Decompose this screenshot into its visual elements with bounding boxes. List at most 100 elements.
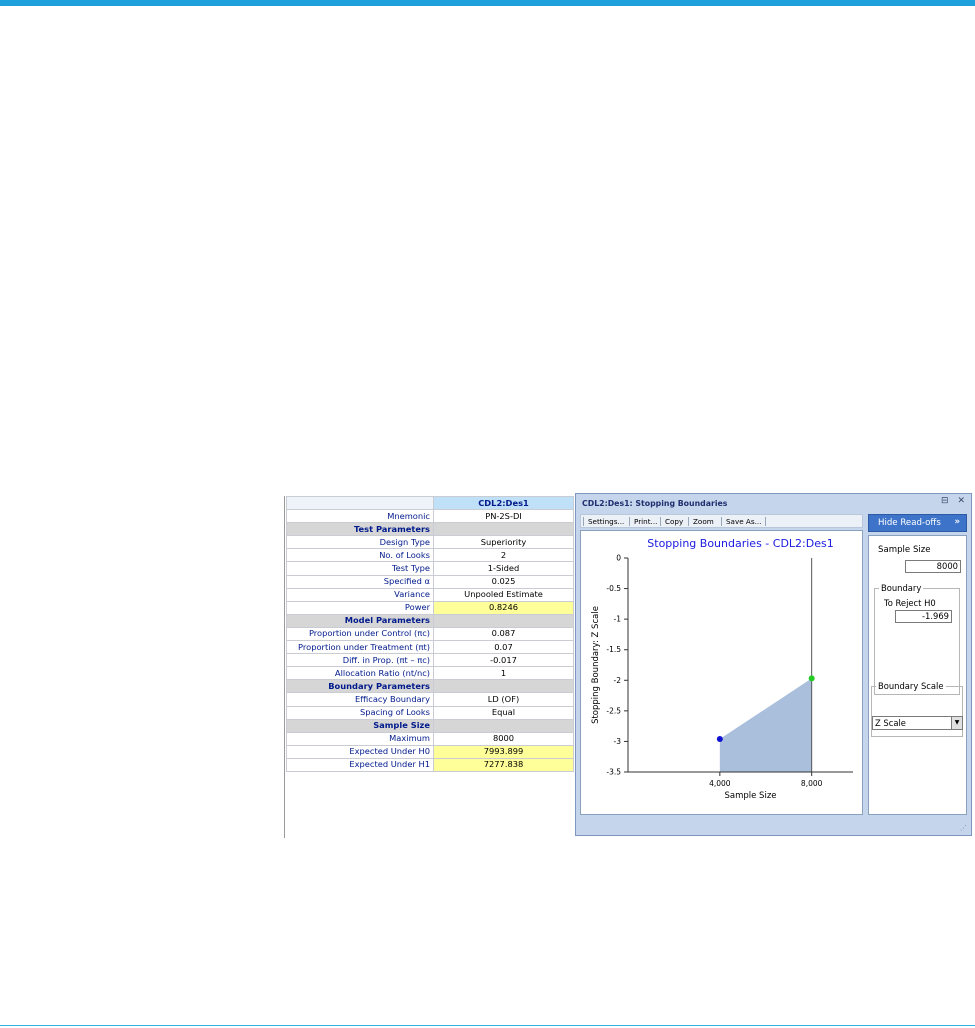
- design-column-header[interactable]: CDL2:Des1: [433, 495, 574, 511]
- toolbar-separator: [660, 517, 661, 526]
- row-value[interactable]: 7993.899: [433, 744, 574, 759]
- table-section-header: Boundary Parameters: [286, 679, 574, 694]
- x-axis-label: Sample Size: [724, 791, 776, 801]
- row-value[interactable]: 0.8246: [433, 600, 574, 615]
- table-section-header: Model Parameters: [286, 613, 574, 628]
- readoffs-side-panel: Hide Read-offs » Sample Size 8000 Bounda…: [868, 514, 968, 816]
- row-value[interactable]: Equal: [433, 705, 574, 720]
- boundary-scale-select[interactable]: Z Scale ▼: [872, 716, 963, 730]
- table-row: Maximum 8000: [286, 731, 574, 746]
- table-left-border: [284, 496, 285, 838]
- boundary-group: Boundary To Reject H0 -1.969: [874, 583, 960, 695]
- table-section-header: Test Parameters: [286, 522, 574, 537]
- row-value[interactable]: 0.087: [433, 626, 574, 642]
- sample-size-field[interactable]: 8000: [905, 560, 961, 573]
- y-tick-label: -2.5: [606, 706, 621, 715]
- row-value[interactable]: Superiority: [433, 535, 574, 550]
- design-table-area: CDL2:Des1 Mnemonic PN-2S-DI Test Parameter…: [284, 495, 576, 838]
- toolbar-separator: [721, 517, 722, 526]
- row-value[interactable]: PN-2S-DI: [433, 509, 574, 524]
- stopping-boundaries-window: CDL2:Des1: Stopping Boundaries ⊟ ✕ Setti…: [575, 493, 972, 836]
- row-value[interactable]: 1-Sided: [433, 561, 574, 576]
- chart-title: Stopping Boundaries - CDL2:Des1: [647, 537, 833, 550]
- close-icon[interactable]: ✕: [957, 496, 965, 506]
- x-tick-label: 8,000: [801, 779, 823, 788]
- row-value[interactable]: LD (OF): [433, 692, 574, 707]
- chart-plot-area: Stopping Boundaries - CDL2:Des1 0 -0.5 -1 -1…: [580, 530, 863, 815]
- hide-readoffs-label: Hide Read-offs: [878, 518, 941, 528]
- toolbar-separator: [629, 517, 630, 526]
- row-label: Design Type: [286, 535, 434, 550]
- boundary-value-field[interactable]: -1.969: [895, 610, 952, 623]
- table-row: Proportion under Treatment (πt) 0.07: [286, 640, 574, 655]
- section-value-cell: [433, 718, 574, 733]
- row-value[interactable]: -0.017: [433, 653, 574, 668]
- table-row: Design Type Superiority: [286, 535, 574, 550]
- boundary-fill-area: [719, 678, 812, 772]
- section-value-cell: [433, 679, 574, 694]
- row-label: Allocation Ratio (nt/nc): [286, 666, 434, 681]
- zoom-button[interactable]: Zoom: [693, 517, 714, 526]
- row-label: Variance: [286, 587, 434, 602]
- table-corner: [286, 495, 434, 511]
- table-row: Spacing of Looks Equal: [286, 705, 574, 720]
- table-row: Efficacy Boundary LD (OF): [286, 692, 574, 707]
- row-value[interactable]: 0.07: [433, 640, 574, 655]
- hide-readoffs-button[interactable]: Hide Read-offs »: [868, 514, 967, 532]
- y-tick-label: -1: [614, 615, 622, 624]
- section-value-cell: [433, 522, 574, 537]
- section-label: Test Parameters: [286, 522, 434, 537]
- table-row: Power 0.8246: [286, 600, 574, 615]
- chart-toolbar: Settings... Print... Copy Zoom Save As..…: [580, 514, 863, 528]
- table-row: Specified α 0.025: [286, 574, 574, 589]
- section-label: Boundary Parameters: [286, 679, 434, 694]
- table-row: Test Type 1-Sided: [286, 561, 574, 576]
- x-tick-label: 4,000: [709, 779, 731, 788]
- boundary-point[interactable]: [716, 736, 723, 743]
- table-row: Expected Under H1 7277.838: [286, 757, 574, 772]
- y-axis-label: Stopping Boundary: Z Scale: [591, 606, 601, 724]
- y-tick-label: -1.5: [606, 645, 621, 654]
- print-button[interactable]: Print...: [634, 517, 657, 526]
- boundary-scale-label: Boundary Scale: [876, 681, 946, 691]
- table-row: Allocation Ratio (nt/nc) 1: [286, 666, 574, 681]
- readoffs-panel: Sample Size 8000 Boundary To Reject H0 -…: [868, 535, 967, 815]
- toolbar-separator: [688, 517, 689, 526]
- boundary-point[interactable]: [808, 675, 815, 682]
- y-tick-label: -0.5: [606, 584, 621, 593]
- row-value[interactable]: 0.025: [433, 574, 574, 589]
- stopping-boundaries-chart: Stopping Boundaries - CDL2:Des1 0 -0.5 -1 -1…: [591, 537, 853, 801]
- bottom-accent-line: [0, 1025, 975, 1026]
- row-value[interactable]: 1: [433, 666, 574, 681]
- resize-grip-icon[interactable]: ⋰: [960, 824, 967, 832]
- row-label: Expected Under H1: [286, 757, 434, 772]
- section-label: Model Parameters: [286, 613, 434, 628]
- row-label: Specified α: [286, 574, 434, 589]
- boundary-group-label: Boundary: [879, 583, 924, 593]
- save-as-button[interactable]: Save As...: [726, 517, 761, 526]
- table-row: Diff. in Prop. (πt – πc) -0.017: [286, 653, 574, 668]
- to-reject-h0-label: To Reject H0: [884, 598, 936, 608]
- row-label: No. of Looks: [286, 548, 434, 563]
- y-tick-label: -3: [614, 737, 622, 746]
- dropdown-arrow-icon[interactable]: ▼: [951, 717, 962, 729]
- section-label: Sample Size: [286, 718, 434, 733]
- row-value[interactable]: Unpooled Estimate: [433, 587, 574, 602]
- y-tick-label: -2: [614, 676, 622, 685]
- y-tick-label: -3.5: [606, 768, 621, 777]
- row-value[interactable]: 2: [433, 548, 574, 563]
- row-value[interactable]: 7277.838: [433, 757, 574, 772]
- settings-button[interactable]: Settings...: [588, 517, 624, 526]
- copy-button[interactable]: Copy: [665, 517, 683, 526]
- toolbar-separator: [765, 517, 766, 526]
- toolbar-grip: [583, 517, 584, 526]
- top-accent-bar: [0, 0, 975, 6]
- restore-icon[interactable]: ⊟: [941, 496, 949, 506]
- row-value[interactable]: 8000: [433, 731, 574, 746]
- table-row: Variance Unpooled Estimate: [286, 587, 574, 602]
- row-label: Expected Under H0: [286, 744, 434, 759]
- table-row: Expected Under H0 7993.899: [286, 744, 574, 759]
- row-label: Efficacy Boundary: [286, 692, 434, 707]
- design-table: CDL2:Des1 Mnemonic PN-2S-DI Test Parameter…: [286, 495, 574, 772]
- row-label: Proportion under Treatment (πt): [286, 640, 434, 655]
